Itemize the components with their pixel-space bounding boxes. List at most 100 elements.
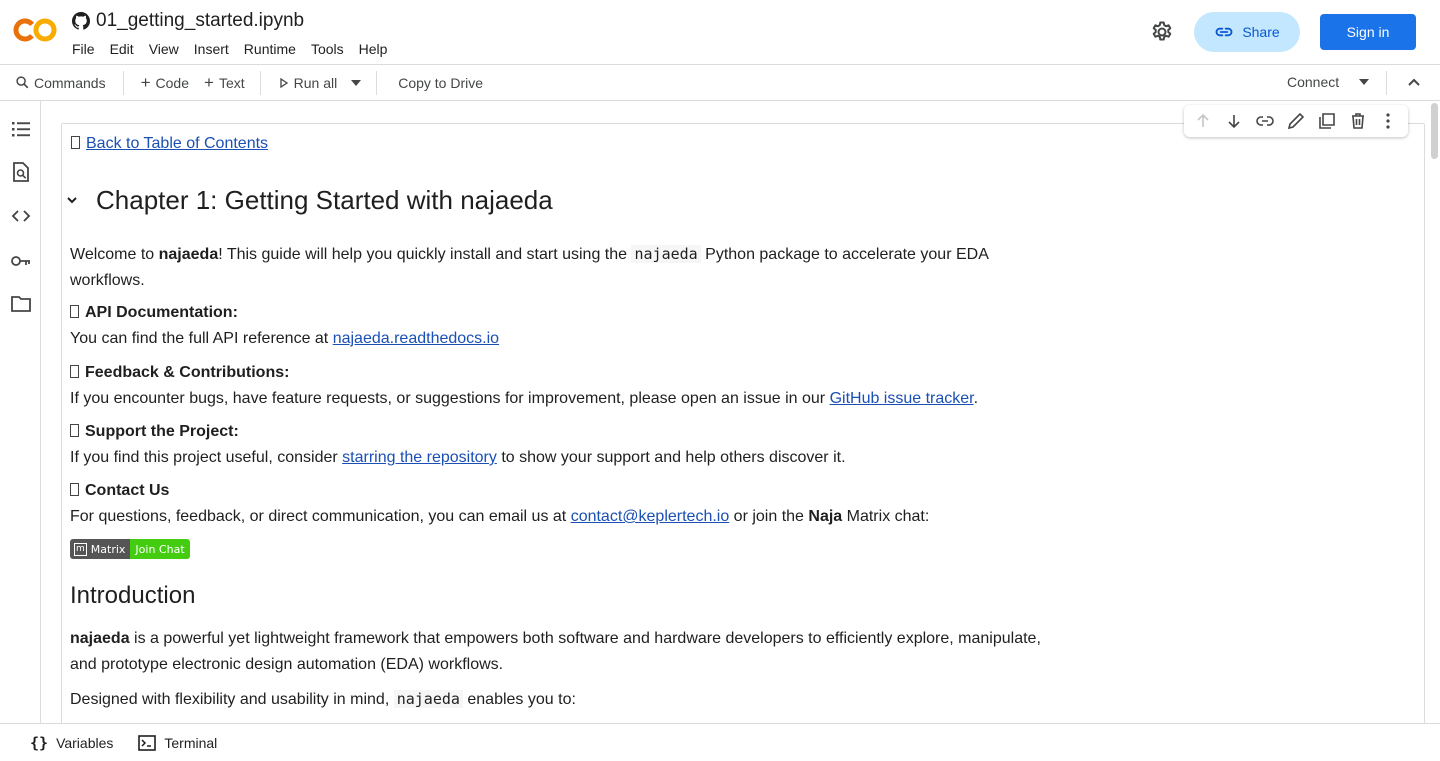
feedback-section: Feedback & Contributions: If you encount… [70, 360, 978, 412]
github-icon [72, 12, 90, 30]
bottom-bar: {} Variables Terminal [0, 723, 1440, 761]
sign-in-button[interactable]: Sign in [1320, 14, 1416, 50]
more-vert-icon[interactable] [1378, 111, 1398, 131]
welcome-text-3: Python package to accelerate your EDA [700, 246, 989, 263]
notebook-file-name[interactable]: 01_getting_started.ipynb [96, 10, 304, 32]
copy-to-drive-button[interactable]: Copy to Drive [398, 75, 483, 91]
variables-button[interactable]: {} Variables [30, 734, 113, 752]
gear-icon[interactable] [1150, 20, 1174, 44]
connect-label: Connect [1287, 74, 1340, 90]
pencil-icon[interactable] [1286, 111, 1306, 131]
arrow-up-icon[interactable] [1193, 111, 1213, 131]
badge-left-label: Matrix [90, 542, 126, 556]
welcome-text: Welcome to [70, 246, 159, 263]
key-icon[interactable] [10, 250, 32, 272]
colab-logo[interactable] [12, 14, 58, 46]
menu-insert[interactable]: Insert [194, 41, 237, 57]
menu-tools[interactable]: Tools [311, 41, 352, 57]
menu-edit[interactable]: Edit [110, 41, 142, 57]
add-text-button[interactable]: + Text [204, 73, 245, 93]
emoji-placeholder-icon [70, 424, 79, 437]
contact-bold: Naja [808, 508, 843, 525]
emoji-placeholder-icon [70, 365, 79, 378]
feedback-heading: Feedback & Contributions: [85, 364, 290, 381]
plus-icon: + [140, 72, 151, 92]
link-icon[interactable] [1255, 111, 1275, 131]
scrollbar-thumb[interactable] [1431, 103, 1438, 159]
connect-button[interactable]: Connect [1287, 74, 1370, 90]
designed-paragraph: Designed with flexibility and usability … [70, 686, 576, 713]
welcome-code: najaeda [631, 245, 701, 263]
intro-bold: najaeda [70, 630, 130, 647]
plus-icon: + [204, 72, 214, 92]
feedback-end: . [973, 390, 979, 407]
contact-end: Matrix chat: [842, 508, 930, 525]
intro-text: is a powerful yet lightweight framework … [129, 630, 1041, 647]
menu-help[interactable]: Help [359, 41, 396, 57]
table-of-contents-icon[interactable] [10, 118, 32, 140]
add-code-button[interactable]: + Code [141, 73, 189, 93]
welcome-bold: najaeda [158, 246, 219, 263]
api-doc-heading: API Documentation: [85, 304, 238, 321]
link-icon [1215, 27, 1233, 37]
toolbar-divider [376, 70, 378, 95]
menu-bar: File Edit View Insert Runtime Tools Help [72, 41, 402, 57]
support-heading: Support the Project: [85, 423, 239, 440]
share-button[interactable]: Share [1194, 12, 1300, 52]
chapter-heading: Chapter 1: Getting Started with najaeda [96, 185, 553, 215]
matrix-icon: m [74, 542, 87, 556]
find-in-page-icon[interactable] [10, 161, 32, 183]
back-to-toc-link[interactable]: Back to Table of Contents [86, 135, 268, 152]
chevron-up-icon[interactable] [1404, 73, 1424, 93]
email-link[interactable]: contact@keplertech.io [571, 508, 730, 525]
play-icon [279, 77, 288, 88]
github-issue-link[interactable]: GitHub issue tracker [830, 390, 974, 407]
emoji-placeholder-icon [70, 483, 79, 496]
back-to-toc: Back to Table of Contents [71, 131, 268, 157]
badge-right-label: Join Chat [130, 539, 190, 559]
terminal-label: Terminal [164, 734, 218, 751]
star-repo-link[interactable]: starring the repository [342, 449, 497, 466]
search-icon [16, 76, 29, 89]
variables-label: Variables [56, 734, 114, 751]
welcome-paragraph: Welcome to najaeda! This guide will help… [70, 241, 1030, 294]
api-doc-section: API Documentation: You can find the full… [70, 300, 499, 352]
scrollbar[interactable] [1429, 101, 1440, 723]
run-all-label: Run all [293, 74, 338, 91]
contact-section: Contact Us For questions, feedback, or d… [70, 478, 929, 530]
collapse-section-icon[interactable] [65, 193, 79, 207]
chevron-down-icon[interactable] [1359, 79, 1370, 85]
arrow-down-icon[interactable] [1224, 111, 1244, 131]
intro-paragraph: najaeda is a powerful yet lightweight fr… [70, 626, 1080, 678]
welcome-text-4: workflows. [70, 272, 145, 289]
toolbar-divider [122, 70, 124, 95]
api-doc-link[interactable]: najaeda.readthedocs.io [333, 330, 499, 347]
terminal-button[interactable]: Terminal [138, 735, 217, 751]
trash-icon[interactable] [1348, 111, 1368, 131]
welcome-text-2: ! This guide will help you quickly insta… [218, 246, 632, 263]
support-end: to show your support and help others dis… [496, 449, 846, 466]
matrix-chat-badge[interactable]: m Matrix Join Chat [70, 539, 190, 559]
contact-mid: or join the [729, 508, 809, 525]
toolbar-divider [259, 70, 261, 95]
add-code-label: Code [155, 74, 189, 91]
mirror-cell-icon[interactable] [1317, 111, 1337, 131]
folder-icon[interactable] [10, 293, 32, 315]
introduction-heading: Introduction [70, 582, 196, 609]
commands-label: Commands [34, 74, 106, 91]
menu-file[interactable]: File [72, 41, 103, 57]
chevron-down-icon[interactable] [351, 79, 362, 86]
commands-button[interactable]: Commands [16, 75, 106, 91]
notebook-toolbar: Commands + Code + Text Run all Copy to D… [0, 65, 1440, 101]
run-all-button[interactable]: Run all [279, 74, 338, 91]
designed-code: najaeda [393, 690, 463, 708]
code-snippets-icon[interactable] [10, 205, 32, 227]
share-label: Share [1242, 24, 1280, 40]
cell-toolbar [1184, 105, 1408, 137]
menu-runtime[interactable]: Runtime [244, 41, 304, 57]
badge-left: m Matrix [70, 539, 131, 559]
designed-text: Designed with flexibility and usability … [70, 691, 394, 708]
support-text: If you find this project useful, conside… [70, 449, 343, 466]
menu-view[interactable]: View [149, 41, 187, 57]
designed-end: enables you to: [462, 691, 576, 708]
